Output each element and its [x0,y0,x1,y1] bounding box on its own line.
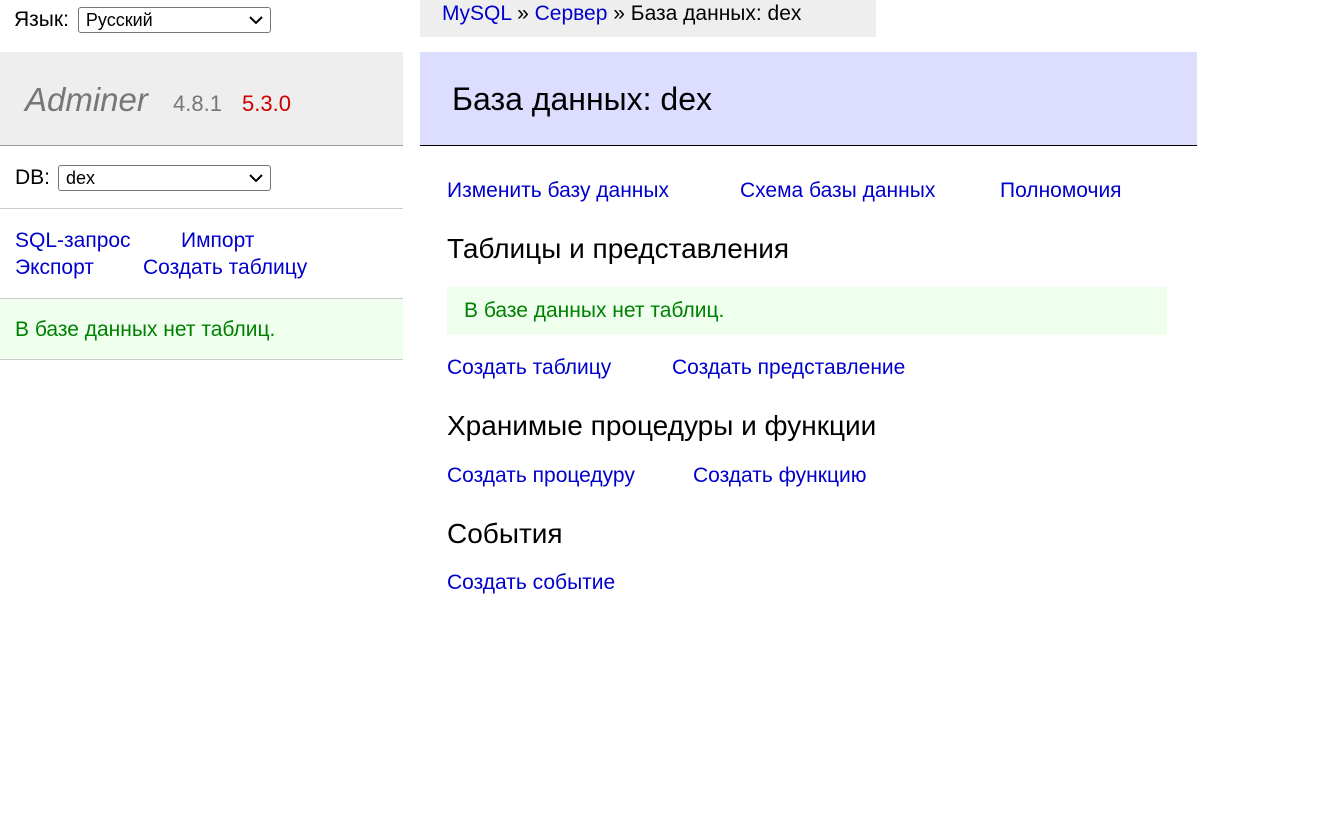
page-title: База данных: dex [452,81,712,117]
language-row: Язык: Русский [14,7,271,33]
breadcrumb-server-link[interactable]: Сервер [535,2,608,25]
db-select-value: dex [66,168,96,188]
language-label: Язык: [14,8,69,31]
breadcrumb-mysql-link[interactable]: MySQL [442,2,511,25]
export-link[interactable]: Экспорт [15,255,94,281]
sidebar-no-tables-message: В базе данных нет таблиц. [0,299,403,360]
database-schema-link[interactable]: Схема базы данных [740,178,935,204]
events-heading: События [447,518,563,549]
page-header: База данных: dex [420,52,1197,146]
db-select[interactable]: dex [58,165,272,191]
new-version-link[interactable]: 5.3.0 [242,90,291,118]
privileges-link[interactable]: Полномочия [1000,178,1122,204]
chevron-down-icon [249,16,263,25]
routines-heading: Хранимые процедуры и функции [447,410,877,441]
breadcrumb: MySQL » Сервер » База данных: dex [420,0,876,37]
db-label: DB: [15,166,51,189]
version-text: 4.8.1 [173,91,222,116]
chevron-down-icon [249,174,263,183]
sidebar-divider [0,208,403,209]
import-link[interactable]: Импорт [181,228,254,254]
breadcrumb-separator: » [517,2,529,25]
create-view-link[interactable]: Создать представление [672,355,905,381]
language-select-value: Русский [85,10,153,30]
create-table-link[interactable]: Создать таблицу [447,355,611,381]
logo-panel: Adminer 4.8.1 5.3.0 [0,52,403,146]
create-function-link[interactable]: Создать функцию [693,463,866,489]
sidebar-create-table-link[interactable]: Создать таблицу [143,255,307,281]
create-event-link[interactable]: Создать событие [447,570,615,596]
language-select[interactable]: Русский [77,7,271,33]
sql-command-link[interactable]: SQL-запрос [15,228,131,254]
breadcrumb-current: База данных: dex [630,2,802,25]
tables-heading: Таблицы и представления [447,233,790,264]
no-tables-message: В базе данных нет таблиц. [447,287,1167,335]
db-row: DB: dex [15,165,272,191]
create-procedure-link[interactable]: Создать процедуру [447,463,635,489]
breadcrumb-separator: » [613,2,625,25]
alter-database-link[interactable]: Изменить базу данных [447,178,669,204]
adminer-logo-link[interactable]: Adminer [25,82,148,118]
